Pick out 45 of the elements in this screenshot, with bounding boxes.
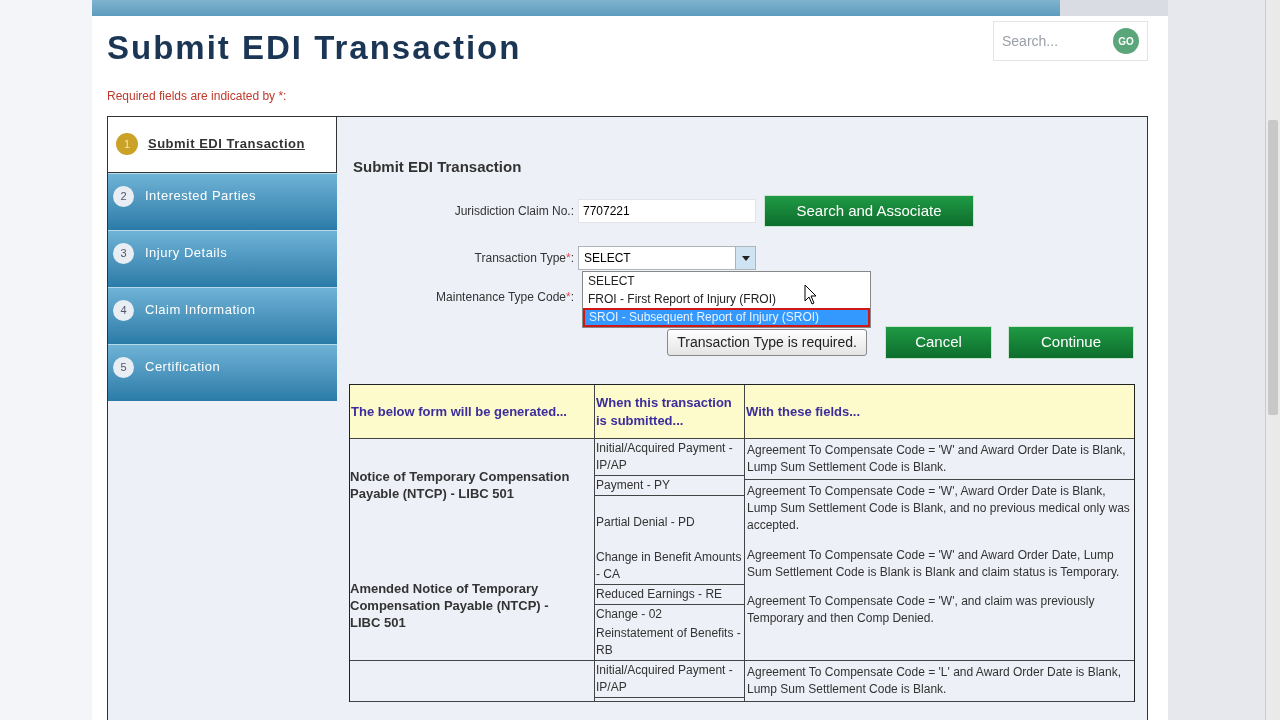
transaction-type-dropdown[interactable]: SELECT [578,246,756,270]
mouse-pointer-icon [804,284,818,306]
page-title: Submit EDI Transaction [107,28,522,68]
dropdown-option[interactable]: SELECT [583,272,870,290]
field-label: Jurisdiction Claim No.: [453,203,575,220]
table-cell: Agreement To Compensate Code = 'W' and Award Order Date is Blank, Lump Sum Settlement Code is Blank. [745,439,1134,480]
table-cell: Initial/Acquired Payment - IP/AP [595,439,744,476]
step-number: 4 [113,299,134,321]
step-tab[interactable]: 4 Claim Information [108,286,337,344]
table-cell: Payment - PY [595,476,744,496]
table-cell-text: Agreement To Compensate Code = 'W', Award Order Date is Blank, Lump Sum Settlement Code is Blank, and no previous medical only was accepted. [746,483,1131,534]
claim-number-field[interactable]: 7707221 [578,199,756,223]
table-cell-text: Agreement To Compensate Code = 'L' and Award Order Date is Blank, Lump Sum Settlement Code is Blank. [746,664,1122,698]
table-cell-text: Agreement To Compensate Code = 'W', and claim was previously Temporary and then Comp Denied. [746,593,1096,627]
required-note: Required fields are indicated by *: [107,87,288,105]
step-tab[interactable]: 2 Interested Parties [108,172,337,230]
table-cell-text: Partial Denial - PD [595,513,696,531]
table-cell-text: Reinstatement of Benefits - RB [595,625,742,659]
table-cell-text: Amended Notice of Temporary Compensation Payable (NTCP) - LIBC 501 [350,580,550,631]
column-header: The below form will be generated... [350,385,595,438]
step-number: 1 [116,133,138,155]
column-header: When this transaction is submitted... [595,385,745,438]
step-tab[interactable]: 1 Submit EDI Transaction [108,116,337,173]
step-number: 3 [113,242,134,264]
scrollbar-thumb[interactable] [1268,120,1278,415]
action-button[interactable]: Cancel [885,326,992,359]
table-cell: Initial/Acquired Payment - IP/AP [595,661,744,698]
table-cell-text: Change - 02 [595,606,664,623]
column-header: With these fields... [745,402,861,421]
table-cell: Change in Benefit Amounts - CA [595,548,744,585]
scrollbar[interactable] [1265,0,1280,720]
field-label: Transaction Type*: [473,250,575,267]
dropdown-option[interactable]: FROI - First Report of Injury (FROI) [583,290,870,308]
step-tab[interactable]: 3 Injury Details [108,229,337,287]
form-title: Submit EDI Transaction [353,156,523,177]
search-and-associate-button[interactable]: Search and Associate [764,195,974,227]
step-number: 2 [113,185,134,207]
step-number: 5 [113,356,134,378]
table-cell-text: Notice of Temporary Compensation Payable (NTCP) - LIBC 501 [350,468,571,502]
table-cell-text: Agreement To Compensate Code = 'W' and Award Order Date, Lump Sum Settlement Code is Blank is Blank and claim status is Temporary. [746,547,1121,581]
field-label: Maintenance Type Code*: [435,289,575,306]
step-tab[interactable]: 5 Certification [108,343,337,401]
table-cell: Reduced Earnings - RE [595,585,744,605]
action-button[interactable]: Continue [1008,326,1134,359]
validation-tooltip: Transaction Type is required. [667,329,867,356]
